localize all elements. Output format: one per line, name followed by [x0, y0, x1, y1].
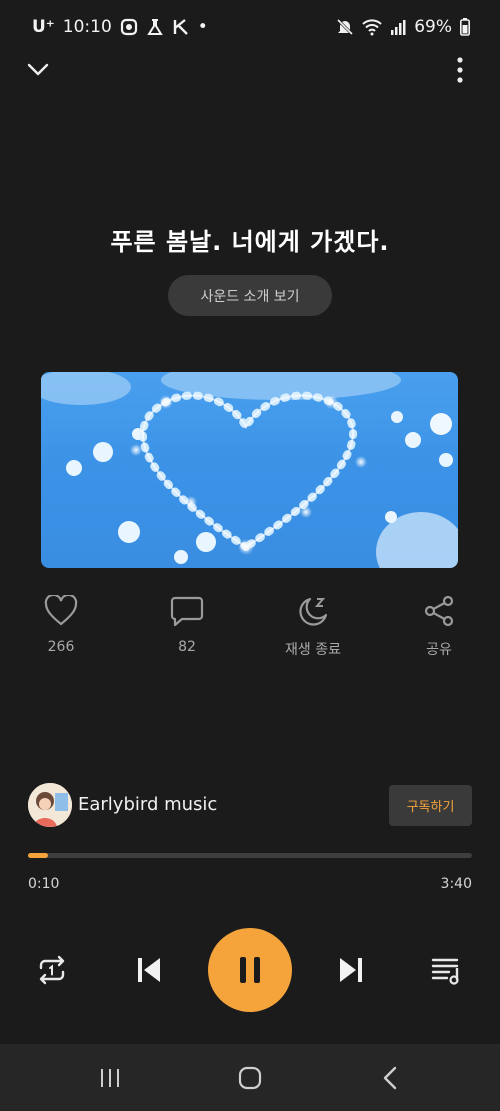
pause-button[interactable]	[208, 928, 292, 1012]
progress-fill	[28, 853, 48, 858]
wifi-icon	[362, 19, 382, 36]
recent-apps-icon	[101, 1069, 119, 1087]
repeat-one-icon	[39, 955, 65, 985]
clock: 10:10	[62, 17, 112, 37]
artwork-image	[41, 372, 458, 568]
sound-intro-button[interactable]: 사운드 소개 보기	[168, 275, 332, 316]
home-icon	[238, 1066, 262, 1090]
artist-avatar-icon	[28, 783, 72, 827]
sleep-timer-button[interactable]: 재생 종료	[263, 595, 363, 659]
repeat-button[interactable]	[32, 950, 72, 990]
status-dot: •	[197, 17, 208, 37]
back-button[interactable]	[370, 1062, 410, 1094]
flask-icon	[146, 19, 163, 35]
carrier-label: U⁺	[32, 17, 55, 37]
progress-bar[interactable]	[28, 853, 472, 858]
queue-music-icon	[431, 958, 459, 985]
more-vertical-icon	[457, 57, 463, 83]
home-button[interactable]	[230, 1062, 270, 1094]
artist-name[interactable]: Earlybird music	[78, 794, 217, 815]
share-label: 공유	[426, 642, 452, 658]
queue-button[interactable]	[426, 950, 468, 990]
comment-icon	[170, 596, 204, 627]
actions-row: 266 82 재생 종료 공유	[0, 593, 500, 665]
next-button[interactable]	[330, 950, 372, 990]
current-time: 0:10	[28, 876, 60, 892]
status-right: 69%	[336, 17, 470, 37]
collapse-button[interactable]	[18, 50, 58, 90]
duration-time: 3:40	[440, 876, 472, 892]
skip-next-icon	[340, 958, 362, 982]
system-nav-bar	[0, 1044, 500, 1111]
sleep-timer-label: 재생 종료	[285, 642, 341, 658]
previous-button[interactable]	[128, 950, 170, 990]
signal-icon	[391, 20, 406, 35]
k-icon	[173, 19, 188, 35]
share-button[interactable]: 공유	[389, 595, 489, 659]
more-options-button[interactable]	[440, 50, 480, 90]
track-title: 푸른 봄날. 너에게 가겠다.	[110, 228, 390, 256]
heart-bubbles-image	[41, 372, 458, 568]
like-button[interactable]: 266	[11, 593, 111, 655]
recent-apps-button[interactable]	[90, 1062, 130, 1094]
sleep-timer-icon	[299, 597, 328, 626]
artist-avatar[interactable]	[28, 783, 72, 827]
chevron-down-icon	[27, 63, 49, 76]
subscribe-button[interactable]: 구독하기	[389, 785, 472, 826]
pause-icon	[240, 957, 260, 983]
comment-count: 82	[178, 639, 196, 655]
status-bar: U⁺ 10:10 • 69%	[0, 0, 500, 56]
like-count: 266	[47, 639, 75, 655]
playback-controls	[0, 928, 500, 1012]
comment-button[interactable]: 82	[137, 595, 237, 655]
battery-icon	[460, 18, 470, 36]
artist-row: Earlybird music 구독하기	[28, 783, 472, 829]
app-icon	[120, 18, 137, 36]
skip-previous-icon	[138, 958, 160, 982]
back-icon	[383, 1066, 397, 1090]
mute-icon	[337, 18, 354, 36]
heart-icon	[44, 593, 78, 626]
battery-percent: 69%	[414, 17, 452, 37]
status-left: U⁺ 10:10 •	[32, 17, 208, 37]
share-icon	[424, 595, 454, 627]
